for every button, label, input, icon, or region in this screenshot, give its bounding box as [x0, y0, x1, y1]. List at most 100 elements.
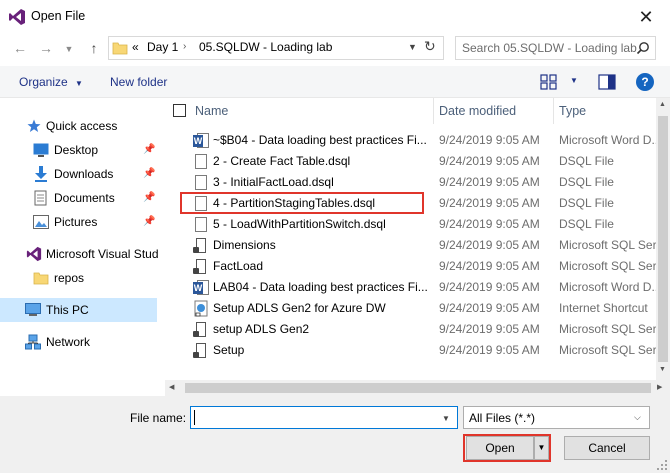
- up-button[interactable]: ↑: [84, 37, 104, 59]
- table-row[interactable]: W ~$B04 - Data loading best practices Fi…: [165, 130, 656, 151]
- pin-icon[interactable]: 📌: [143, 216, 155, 227]
- table-row[interactable]: W LAB04 - Data loading best practices Fi…: [165, 277, 656, 298]
- filename-dropdown-icon[interactable]: ▼: [442, 414, 450, 423]
- visual-studio-icon: [26, 246, 42, 262]
- file-type: Microsoft SQL Ser...: [559, 238, 656, 252]
- view-options-icon[interactable]: [540, 74, 558, 90]
- visual-studio-icon: [9, 9, 25, 25]
- preview-pane-icon[interactable]: [598, 74, 616, 90]
- pin-icon[interactable]: 📌: [143, 192, 155, 203]
- file-name: 2 - Create Fact Table.dsql: [213, 154, 351, 168]
- table-row[interactable]: setup ADLS Gen2 9/24/2019 9:05 AM Micros…: [165, 319, 656, 340]
- table-row[interactable]: Setup ADLS Gen2 for Azure DW 9/24/2019 9…: [165, 298, 656, 319]
- close-button[interactable]: ✕: [626, 3, 666, 31]
- column-header-type[interactable]: Type: [559, 104, 586, 118]
- search-icon[interactable]: [636, 41, 650, 55]
- breadcrumb-separator-icon: ›: [183, 41, 187, 52]
- desktop-icon: [33, 143, 49, 157]
- column-header-name[interactable]: Name: [195, 104, 228, 118]
- table-row[interactable]: Dimensions 9/24/2019 9:05 AM Microsoft S…: [165, 235, 656, 256]
- vertical-scrollbar[interactable]: ▲ ▼: [656, 98, 670, 380]
- sidebar-item-label: repos: [54, 271, 85, 285]
- sql-icon: [193, 342, 209, 359]
- text-cursor: [194, 410, 195, 425]
- file-date: 9/24/2019 9:05 AM: [439, 196, 540, 210]
- resize-grip-icon[interactable]: [656, 459, 668, 471]
- file-type-select[interactable]: All Files (*.*) ⌵: [463, 406, 650, 429]
- file-name: LAB04 - Data loading best practices Fi..…: [213, 280, 428, 294]
- file-type: DSQL File: [559, 196, 614, 210]
- sidebar-item-repos[interactable]: repos: [0, 266, 157, 290]
- file-name: FactLoad: [213, 259, 264, 273]
- sidebar-item-desktop[interactable]: Desktop 📌: [0, 138, 157, 162]
- table-row[interactable]: 5 - LoadWithPartitionSwitch.dsql 9/24/20…: [165, 214, 656, 235]
- file-icon: [193, 216, 209, 233]
- pictures-icon: [33, 215, 49, 229]
- scroll-down-icon[interactable]: ▼: [659, 366, 666, 373]
- sidebar-item-label: Pictures: [54, 215, 98, 229]
- file-name: Dimensions: [213, 238, 276, 252]
- file-type: Microsoft Word D...: [559, 133, 656, 147]
- table-row[interactable]: 2 - Create Fact Table.dsql 9/24/2019 9:0…: [165, 151, 656, 172]
- organize-button[interactable]: Organize ▼: [19, 75, 83, 89]
- address-prefix[interactable]: «: [132, 40, 139, 54]
- scroll-right-icon[interactable]: ▶: [657, 383, 662, 391]
- sidebar-item-label: Documents: [54, 191, 115, 205]
- address-dropdown-icon[interactable]: ▼: [408, 42, 417, 52]
- folder-icon: [112, 42, 128, 55]
- file-name: setup ADLS Gen2: [213, 322, 310, 336]
- file-date: 9/24/2019 9:05 AM: [439, 301, 540, 315]
- horizontal-scrollbar[interactable]: ◀ ▶: [165, 380, 670, 396]
- back-button[interactable]: ←: [10, 37, 30, 59]
- file-date: 9/24/2019 9:05 AM: [439, 217, 540, 231]
- sidebar-item-label: Desktop: [54, 143, 99, 157]
- sidebar-item-label: This PC: [46, 303, 89, 317]
- file-icon: [193, 174, 209, 191]
- sidebar-item-network[interactable]: Network: [0, 330, 157, 354]
- sidebar-item-visual-studio[interactable]: Microsoft Visual Stud: [0, 242, 159, 266]
- filename-input[interactable]: [190, 406, 458, 429]
- refresh-icon[interactable]: ↻: [424, 38, 436, 55]
- file-name: 3 - InitialFactLoad.dsql: [213, 175, 334, 189]
- scroll-up-icon[interactable]: ▲: [659, 101, 666, 108]
- sidebar-item-downloads[interactable]: Downloads 📌: [0, 162, 157, 186]
- column-divider[interactable]: [553, 98, 554, 124]
- cancel-button[interactable]: Cancel: [564, 436, 650, 460]
- breadcrumb-day1[interactable]: Day 1: [147, 40, 178, 54]
- help-icon[interactable]: ?: [636, 73, 654, 91]
- sidebar-item-quick-access[interactable]: Quick access: [0, 114, 157, 138]
- new-folder-button[interactable]: New folder: [110, 75, 167, 89]
- breadcrumb-lab[interactable]: 05.SQLDW - Loading lab: [199, 40, 332, 54]
- sql-icon: [193, 321, 209, 338]
- recent-locations-button[interactable]: ▼: [62, 38, 76, 60]
- file-date: 9/24/2019 9:05 AM: [439, 133, 540, 147]
- network-icon: [25, 334, 41, 350]
- word-icon: W: [193, 279, 209, 296]
- sidebar-item-label: Quick access: [46, 119, 118, 133]
- window-title: Open File: [31, 9, 86, 23]
- column-header-date[interactable]: Date modified: [439, 104, 516, 118]
- file-date: 9/24/2019 9:05 AM: [439, 259, 540, 273]
- file-type: Microsoft Word D...: [559, 280, 656, 294]
- file-type: Microsoft SQL Ser...: [559, 322, 656, 336]
- table-row[interactable]: Setup 9/24/2019 9:05 AM Microsoft SQL Se…: [165, 340, 656, 361]
- pin-icon[interactable]: 📌: [143, 144, 155, 155]
- view-dropdown-icon[interactable]: ▼: [570, 76, 578, 85]
- vertical-scroll-thumb[interactable]: [658, 116, 668, 362]
- horizontal-scroll-thumb[interactable]: [185, 383, 651, 393]
- scroll-left-icon[interactable]: ◀: [169, 383, 174, 391]
- select-all-checkbox[interactable]: [173, 104, 186, 117]
- filename-label: File name:: [130, 411, 187, 425]
- sidebar-item-pictures[interactable]: Pictures 📌: [0, 210, 157, 234]
- forward-button[interactable]: →: [36, 37, 56, 59]
- sidebar-item-this-pc[interactable]: This PC: [0, 298, 157, 322]
- column-divider[interactable]: [433, 98, 434, 124]
- pin-icon[interactable]: 📌: [143, 168, 155, 179]
- file-date: 9/24/2019 9:05 AM: [439, 280, 540, 294]
- file-icon: [193, 153, 209, 170]
- sidebar-item-documents[interactable]: Documents 📌: [0, 186, 157, 210]
- search-input[interactable]: Search 05.SQLDW - Loading lab: [462, 41, 637, 55]
- table-row[interactable]: 3 - InitialFactLoad.dsql 9/24/2019 9:05 …: [165, 172, 656, 193]
- file-date: 9/24/2019 9:05 AM: [439, 175, 540, 189]
- table-row[interactable]: FactLoad 9/24/2019 9:05 AM Microsoft SQL…: [165, 256, 656, 277]
